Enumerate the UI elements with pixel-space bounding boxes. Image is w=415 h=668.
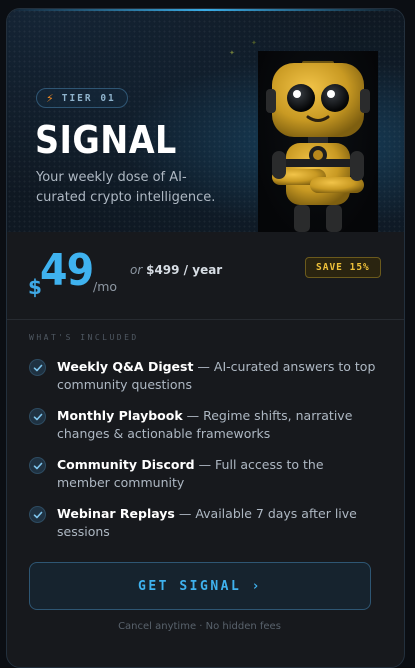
get-signal-button[interactable]: GET SIGNAL ›	[29, 562, 371, 610]
robot-mascot-image	[258, 51, 378, 232]
check-circle-icon	[29, 457, 46, 474]
or-label: or	[130, 263, 143, 277]
feature-title: Community Discord	[57, 457, 195, 472]
check-circle-icon	[29, 359, 46, 376]
plan-title: SIGNAL	[35, 118, 177, 162]
lightning-bolt-icon: ⚡	[46, 91, 54, 105]
price-amount: 49	[40, 245, 94, 296]
feature-title: Weekly Q&A Digest	[57, 359, 194, 374]
feature-title: Webinar Replays	[57, 506, 175, 521]
price-period: /mo	[93, 279, 118, 294]
feature-item: Webinar Replays — Available 7 days after…	[29, 505, 379, 541]
annual-price: or $499 / year	[130, 263, 222, 277]
sparkle-icon: ✦	[251, 39, 257, 47]
feature-item: Weekly Q&A Digest — AI-curated answers t…	[29, 358, 379, 394]
tier-badge-label: TIER 01	[61, 92, 116, 104]
tier-badge: ⚡ TIER 01	[36, 88, 128, 108]
feature-item: Monthly Playbook — Regime shifts, narrat…	[29, 407, 379, 443]
included-heading: WHAT'S INCLUDED	[29, 333, 139, 342]
check-circle-icon	[29, 506, 46, 523]
save-badge: SAVE 15%	[305, 257, 381, 278]
feature-title: Monthly Playbook	[57, 408, 183, 423]
annual-price-value: $499 / year	[146, 263, 223, 277]
check-circle-icon	[29, 408, 46, 425]
plan-description: Your weekly dose of AI-curated crypto in…	[36, 170, 216, 205]
feature-item: Community Discord — Full access to the m…	[29, 456, 379, 492]
footnote: Cancel anytime · No hidden fees	[118, 621, 281, 632]
sparkle-icon: ✦	[229, 49, 235, 57]
feature-list: Weekly Q&A Digest — AI-curated answers t…	[29, 358, 379, 541]
